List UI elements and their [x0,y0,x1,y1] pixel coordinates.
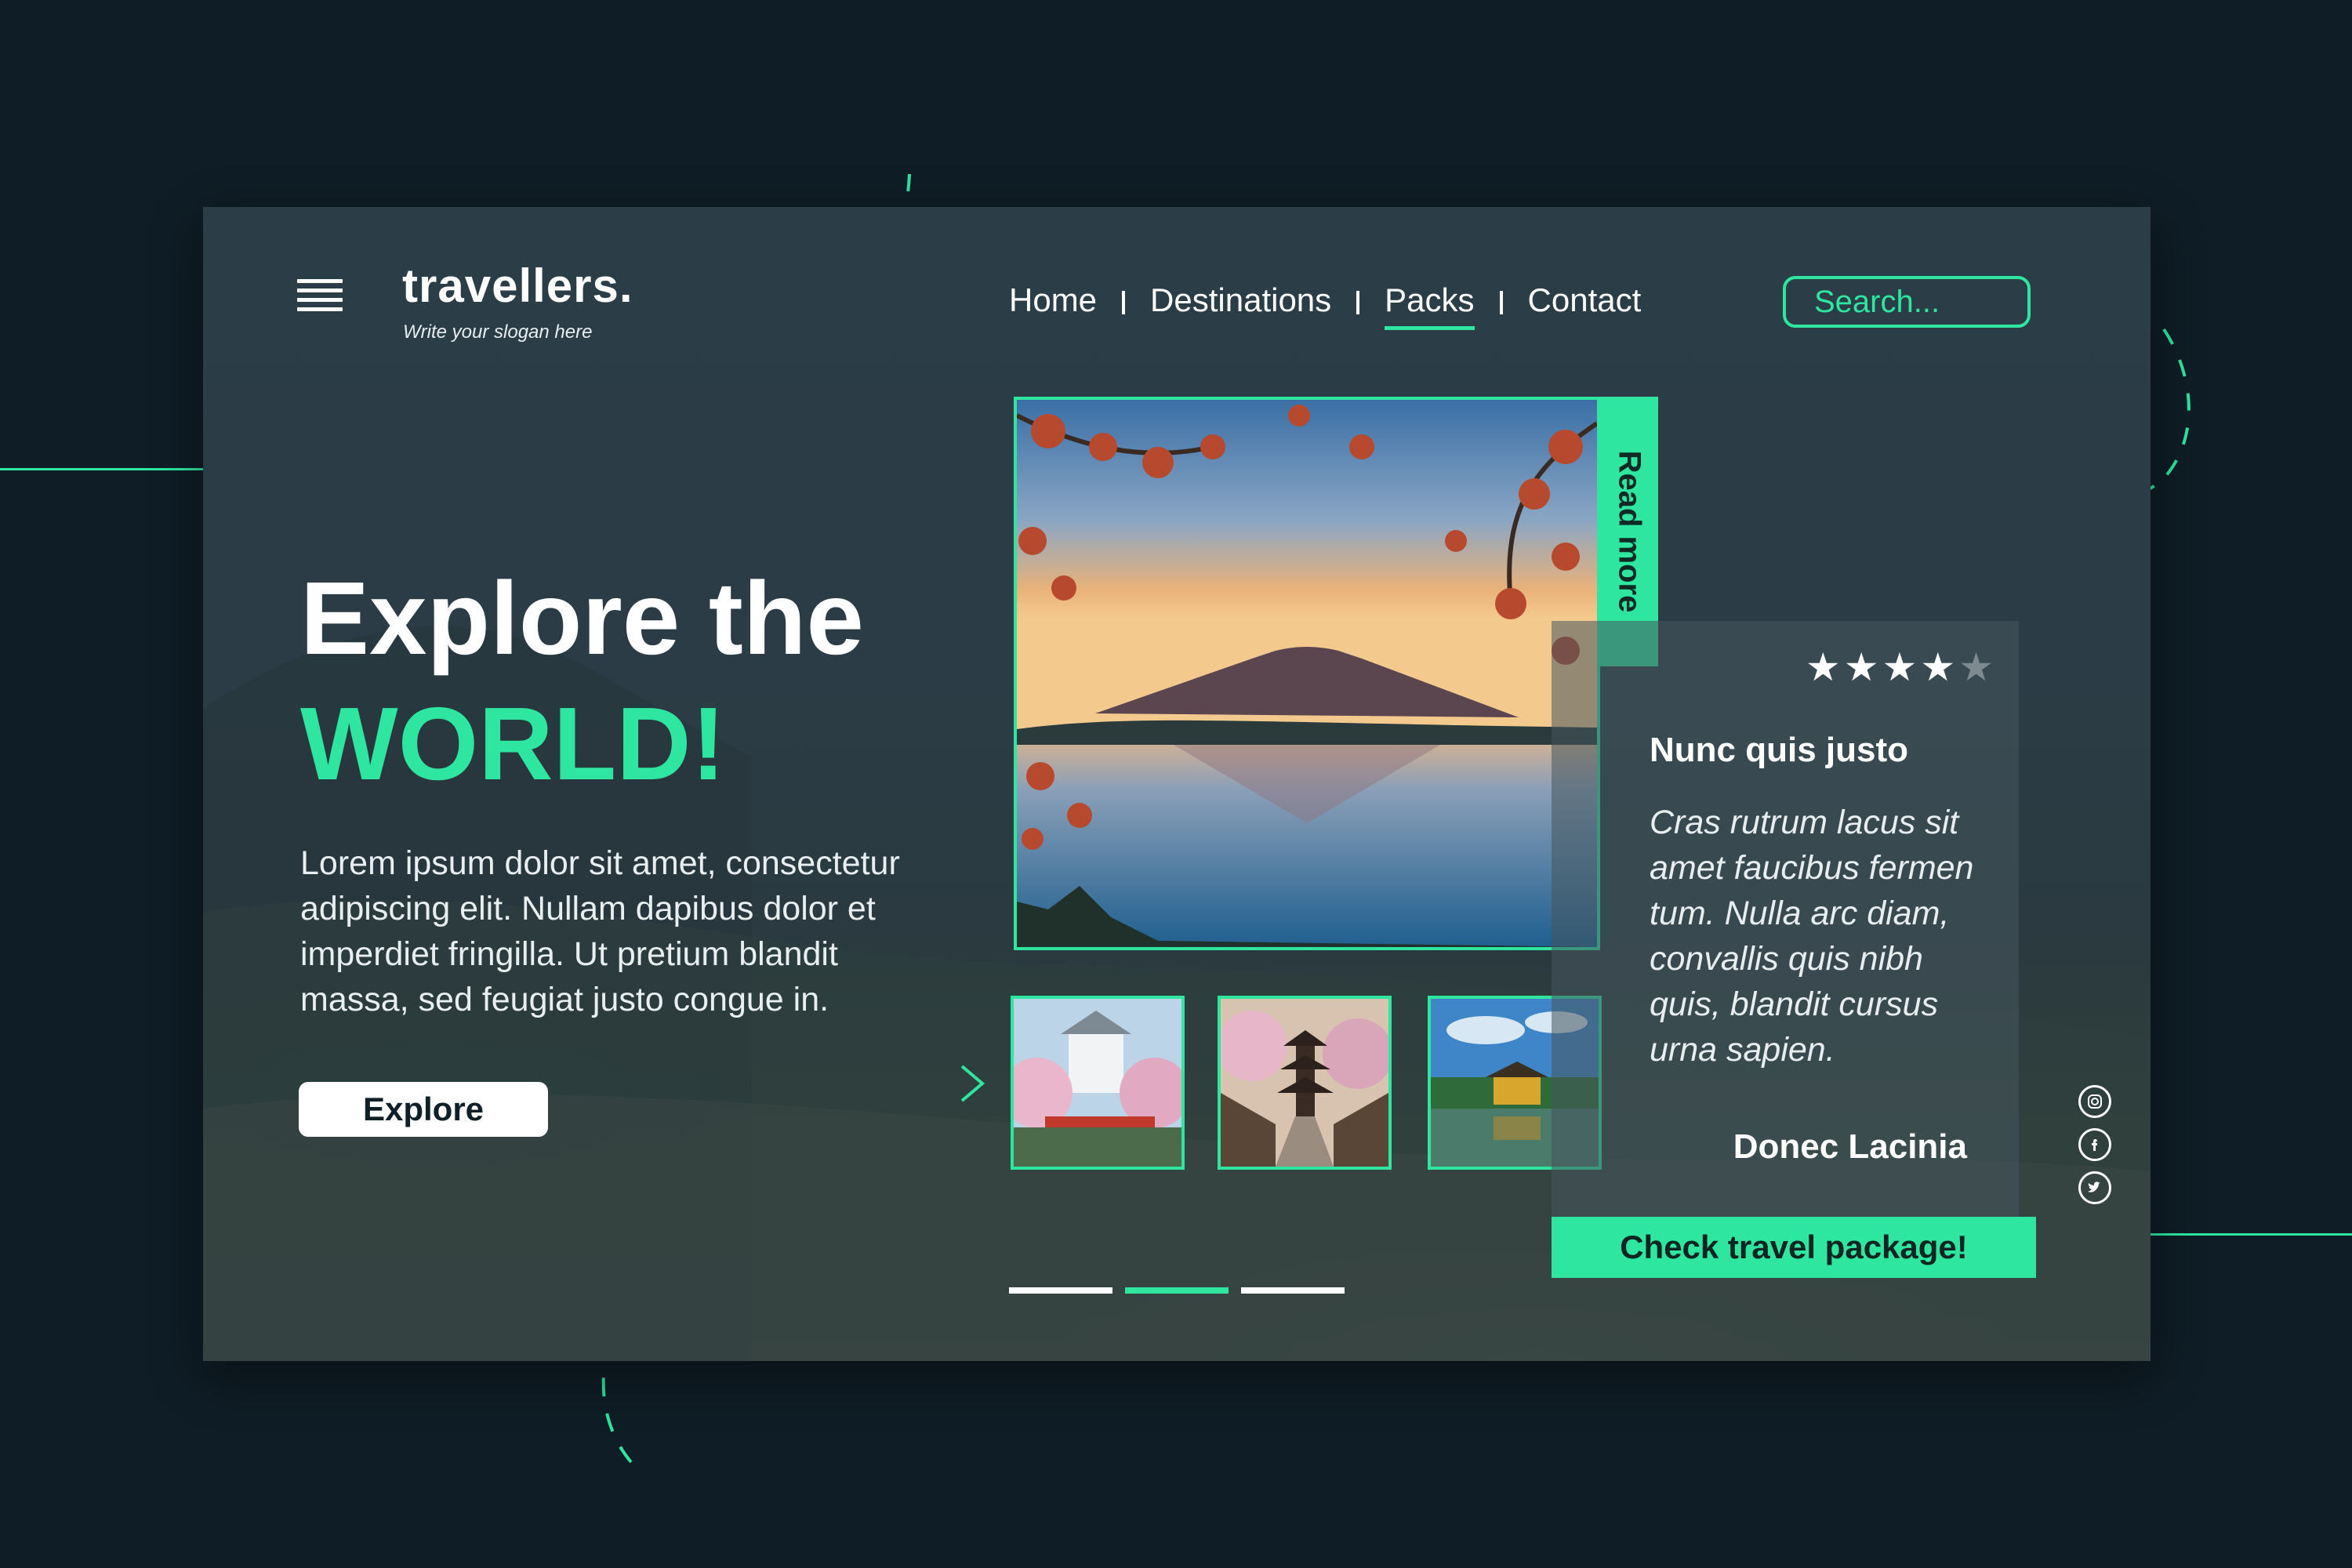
star-empty-icon: ★ [1958,645,1997,689]
main-nav: Home Destinations Packs Contact [1009,279,1642,330]
hero-description: Lorem ipsum dolor sit amet, consectetur … [300,844,900,1018]
review-panel: ★★★★★ Nunc quis justo Cras rutrum lacus … [1552,621,2019,1223]
nav-destinations[interactable]: Destinations [1150,281,1331,324]
mount-fuji-lake-image [1017,400,1597,947]
nav-separator [1499,291,1503,314]
nav-separator [1122,291,1126,314]
hero-card: travellers. Write your slogan here Home … [203,207,2151,1361]
brand-logo[interactable]: travellers. [402,259,633,313]
nav-home[interactable]: Home [1009,281,1097,324]
pagoda-street-image [1221,999,1388,1167]
menu-icon[interactable] [297,279,343,318]
thumbnail-castle[interactable] [1011,996,1185,1170]
nav-packs[interactable]: Packs [1385,281,1475,330]
nav-contact[interactable]: Contact [1528,281,1642,324]
pagination-dot-3[interactable] [1241,1287,1345,1294]
star-icon: ★ [1843,645,1882,689]
search-input[interactable] [1783,276,2031,328]
pagination-dot-1[interactable] [1009,1287,1112,1294]
star-rating: ★★★★★ [1806,644,1997,690]
read-more-label: Read more [1612,450,1647,613]
explore-button[interactable]: Explore [299,1082,548,1137]
pagination-dot-2[interactable] [1125,1287,1229,1294]
instagram-icon[interactable] [2078,1085,2111,1118]
star-icon: ★ [1882,645,1921,689]
star-icon: ★ [1920,645,1959,689]
check-travel-package-button[interactable]: Check travel package! [1552,1217,2036,1278]
facebook-icon[interactable] [2078,1128,2111,1161]
hero-title-accent: WORLD! [300,686,726,801]
hero-title: Explore the [300,561,864,676]
star-icon: ★ [1805,645,1844,689]
twitter-icon[interactable] [2078,1171,2111,1204]
nav-separator [1356,291,1360,314]
brand-slogan: Write your slogan here [403,321,593,343]
review-author: Donec Lacinia [1733,1127,1967,1166]
chevron-right-icon[interactable] [957,1063,989,1104]
castle-cherry-blossom-image [1014,999,1181,1167]
thumbnail-pagoda[interactable] [1218,996,1392,1170]
review-text: Cras rutrum lacus sit amet faucibus ferm… [1650,804,1974,1069]
review-title: Nunc quis justo [1650,731,1908,769]
featured-destination-image[interactable] [1014,397,1600,950]
